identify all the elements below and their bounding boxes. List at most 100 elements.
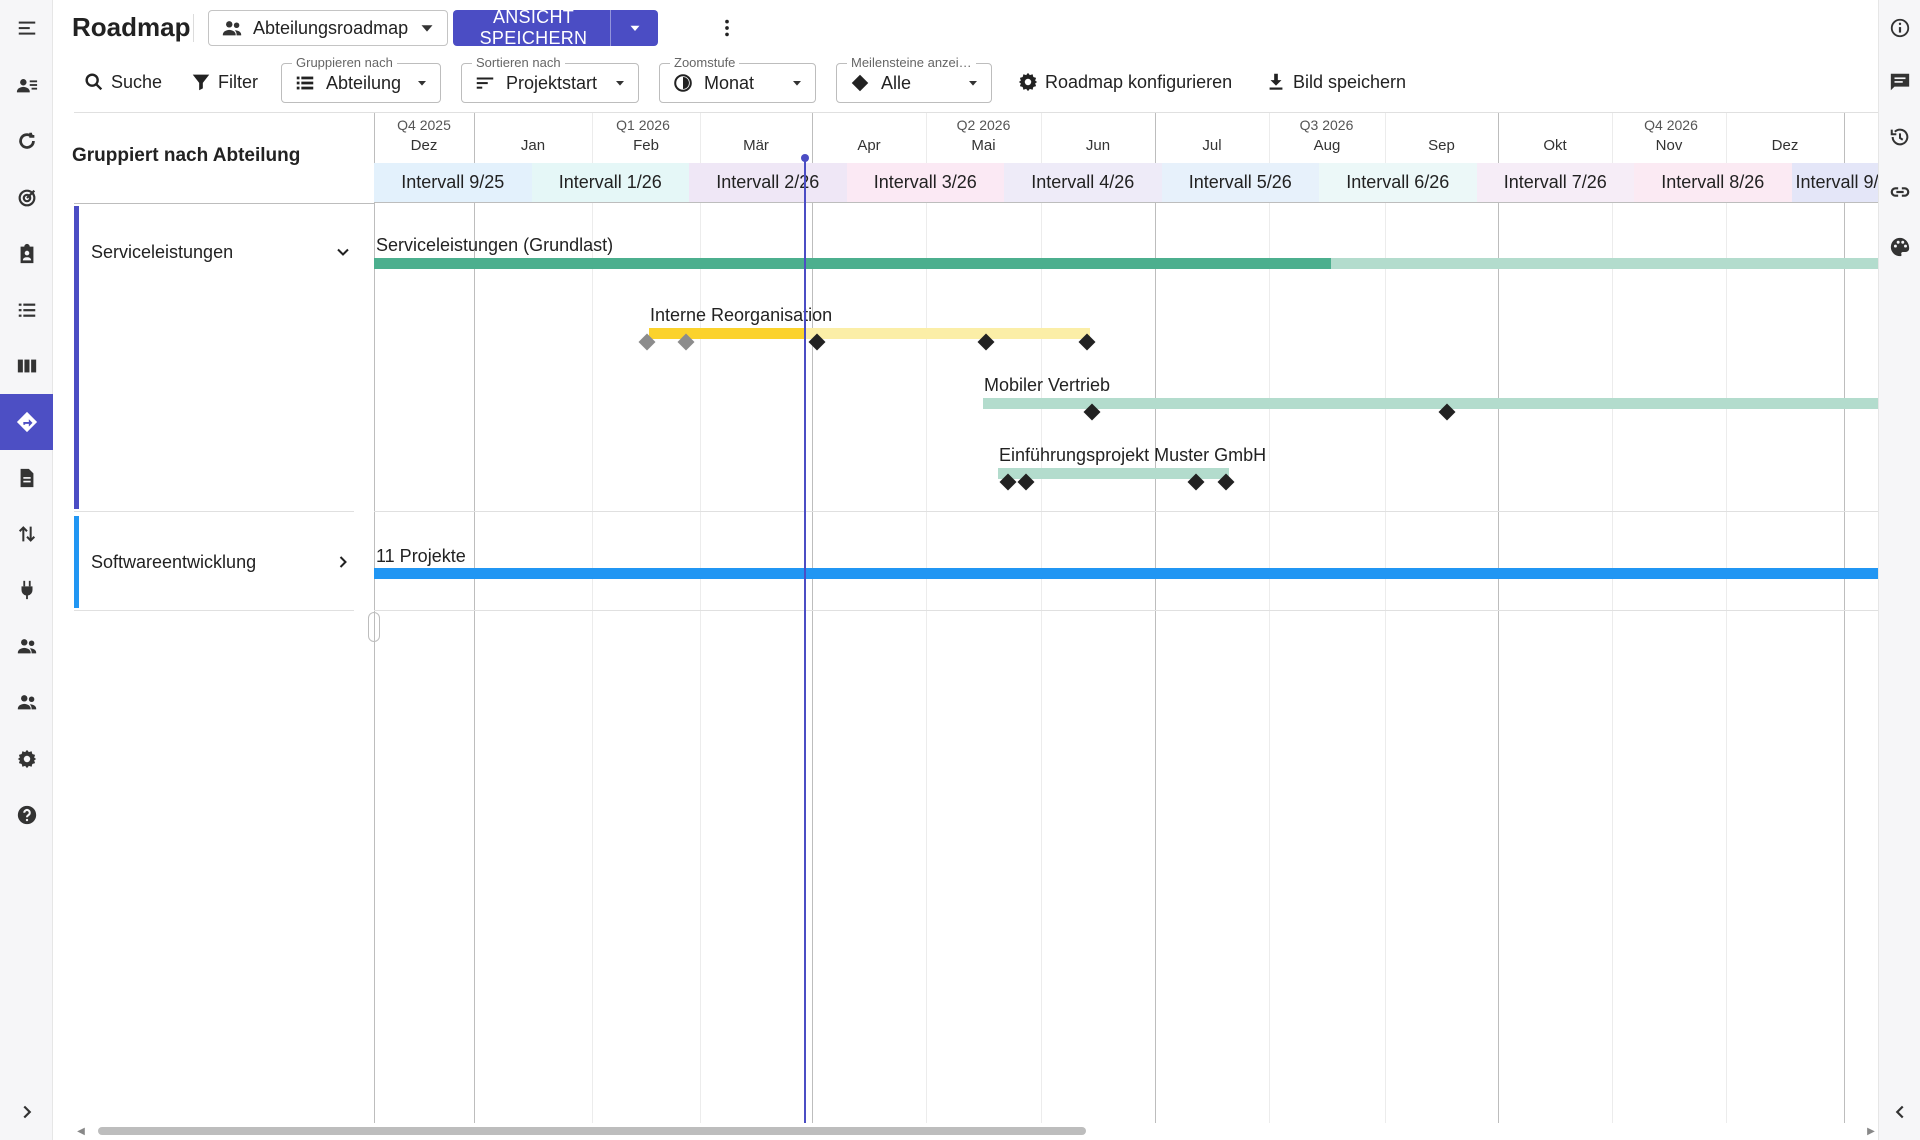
people-icon[interactable] (0, 674, 53, 730)
roadmap-icon[interactable] (0, 394, 53, 450)
download-icon (1265, 71, 1293, 93)
caret-down-icon (965, 75, 981, 91)
roadmap-timeline: Dez Jan Feb Mär Apr Mai Jun Jul Aug Sep Okt Nov Dez Q… (374, 113, 1878, 1123)
save-view-options-button[interactable] (610, 10, 658, 46)
timeline-group-divider (374, 511, 1878, 512)
view-selector-label: Abteilungsroadmap (253, 17, 409, 38)
save-image-button[interactable]: Bild speichern (1265, 66, 1406, 98)
comments-icon[interactable] (1879, 60, 1920, 104)
month-label: Nov (1655, 137, 1683, 154)
more-vertical-icon (716, 17, 738, 39)
configure-roadmap-button[interactable]: Roadmap konfigurieren (1017, 66, 1232, 98)
interval-cell[interactable]: Intervall 7/26 (1476, 163, 1634, 202)
filter-button[interactable]: Filter (190, 66, 258, 98)
caret-down-icon (612, 75, 628, 91)
interval-cell[interactable]: Intervall 2/26 (689, 163, 847, 202)
scroll-left-arrow[interactable]: ◀ (74, 1124, 88, 1138)
quarter-label: Q4 2026 (1644, 117, 1698, 133)
milestones-value: Alle (881, 72, 912, 93)
milestones-caption: Meilensteine anzei… (847, 55, 976, 70)
swap-vertical-icon[interactable] (0, 506, 53, 562)
group-label-softwareentwicklung[interactable]: Softwareentwicklung (91, 552, 256, 573)
scroll-right-arrow[interactable]: ▶ (1864, 1124, 1878, 1138)
sort-by-select[interactable]: Sortieren nach Projektstart (461, 55, 639, 103)
assignment-icon[interactable] (0, 226, 53, 282)
horizontal-scrollbar[interactable]: ◀ ▶ (74, 1124, 1878, 1138)
interval-cell[interactable]: Intervall 5/26 (1161, 163, 1319, 202)
search-label: Suche (111, 71, 163, 92)
collapse-rail-icon[interactable] (1879, 1090, 1920, 1134)
interval-cell[interactable]: Intervall 9/26 (1791, 163, 1878, 202)
filter-label: Filter (218, 71, 258, 92)
group-by-caption: Gruppieren nach (292, 55, 397, 70)
view-selector-button[interactable]: Abteilungsroadmap (208, 10, 448, 46)
caret-down-icon (416, 17, 438, 39)
timeline-group-divider (374, 610, 1878, 611)
info-icon[interactable] (1879, 6, 1920, 50)
interval-cell[interactable]: Intervall 8/26 (1634, 163, 1792, 202)
zoom-select[interactable]: Zoomstufe Monat (659, 55, 816, 103)
history-icon[interactable] (1879, 115, 1920, 159)
interval-cell[interactable]: Intervall 1/26 (531, 163, 689, 202)
interval-cell[interactable]: Intervall 3/26 (846, 163, 1004, 202)
table-rows-icon (294, 72, 316, 94)
scrollbar-thumb[interactable] (98, 1127, 1086, 1135)
quarter-label: Q4 2025 (397, 117, 451, 133)
project-bar[interactable] (1331, 258, 1878, 269)
group-divider (74, 511, 354, 512)
collapse-group-button[interactable] (331, 240, 355, 264)
month-label: Mai (971, 137, 996, 154)
month-label: Dez (410, 137, 438, 154)
caret-down-icon (414, 75, 430, 91)
month-label: Sep (1428, 137, 1455, 154)
project-label[interactable]: Einführungsprojekt Muster GmbH (999, 445, 1266, 466)
settings-icon[interactable] (0, 731, 53, 787)
interval-cell[interactable]: Intervall 4/26 (1004, 163, 1162, 202)
chevron-down-icon (333, 242, 353, 262)
group-label-serviceleistungen[interactable]: Serviceleistungen (91, 242, 233, 263)
list-icon[interactable] (0, 282, 53, 338)
project-label[interactable]: Serviceleistungen (Grundlast) (376, 235, 613, 256)
interval-cell[interactable]: Intervall 6/26 (1319, 163, 1477, 202)
board-icon[interactable] (0, 338, 53, 394)
palette-icon[interactable] (1879, 225, 1920, 269)
contacts-icon[interactable] (0, 57, 53, 113)
quarter-label: Q1 2026 (616, 117, 670, 133)
contrast-icon (672, 72, 694, 94)
plugin-icon[interactable] (0, 562, 53, 618)
project-label[interactable]: Mobiler Vertrieb (984, 375, 1110, 396)
more-options-button[interactable] (715, 14, 739, 42)
target-icon[interactable] (0, 170, 53, 226)
group-color-bar (74, 516, 79, 608)
save-view-button[interactable]: ANSICHT SPEICHERN (453, 7, 658, 48)
month-label: Apr (857, 137, 881, 154)
refresh-icon[interactable] (0, 113, 53, 169)
project-bar[interactable] (983, 398, 1878, 409)
team-icon[interactable] (0, 618, 53, 674)
zoom-value: Monat (704, 72, 755, 93)
gear-icon (1017, 71, 1045, 93)
expand-group-button[interactable] (331, 550, 355, 574)
month-label: Jun (1085, 137, 1111, 154)
interval-cell[interactable]: Intervall 9/25 (374, 163, 532, 202)
grouped-by-heading: Gruppiert nach Abteilung (72, 145, 301, 166)
document-icon[interactable] (0, 450, 53, 506)
month-label: Aug (1313, 137, 1341, 154)
search-button[interactable]: Suche (83, 66, 162, 98)
group-by-select[interactable]: Gruppieren nach Abteilung (281, 55, 441, 103)
project-bar[interactable] (649, 328, 806, 339)
menu-icon[interactable] (0, 0, 53, 56)
help-icon[interactable] (0, 787, 53, 843)
project-bar[interactable] (806, 328, 1090, 339)
milestones-select[interactable]: Meilensteine anzei… Alle (836, 55, 992, 103)
project-label[interactable]: 11 Projekte (376, 546, 466, 567)
project-bar[interactable] (374, 568, 1878, 579)
sort-icon (474, 72, 496, 94)
right-rail (1878, 0, 1920, 1140)
link-icon[interactable] (1879, 170, 1920, 214)
chevron-right-icon (333, 552, 353, 572)
expand-nav-icon[interactable] (0, 1084, 53, 1140)
caret-down-icon (626, 19, 644, 37)
page-title: Roadmap (72, 12, 191, 42)
project-bar[interactable] (374, 258, 1331, 269)
